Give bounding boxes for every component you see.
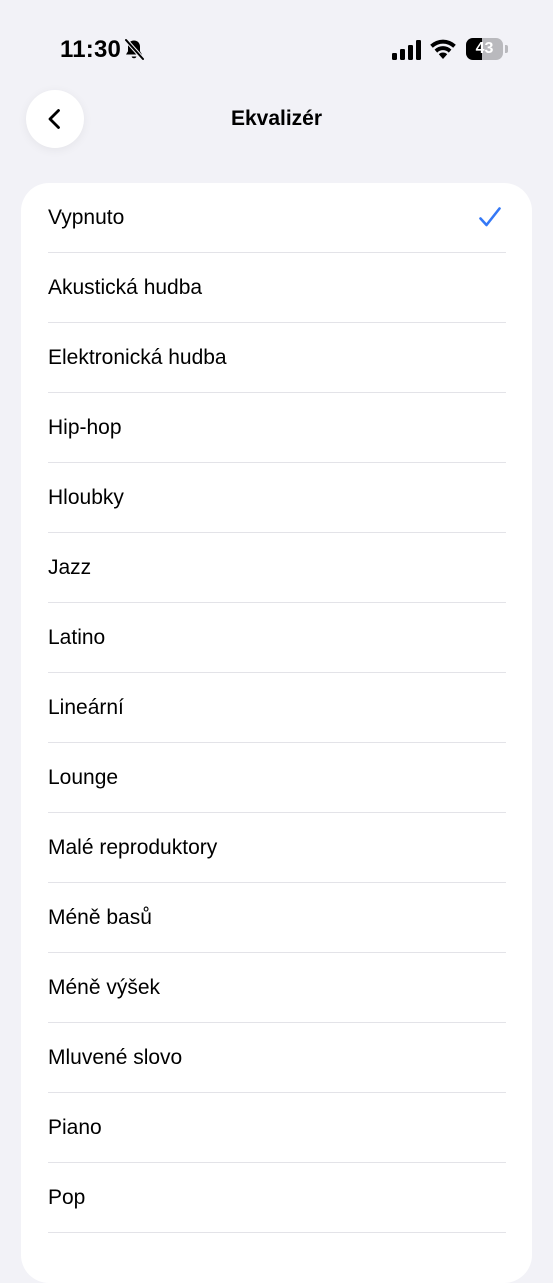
list-item[interactable]: Lineární — [21, 673, 532, 743]
list-item-label: Elektronická hudba — [48, 346, 227, 369]
list-item-label: Malé reproduktory — [48, 836, 218, 859]
list-item-label: Hip-hop — [48, 416, 122, 439]
checkmark-icon — [479, 207, 501, 227]
list-item[interactable]: Méně basů — [21, 883, 532, 953]
page-title: Ekvalizér — [230, 107, 323, 130]
bell-slash-icon — [124, 38, 145, 61]
list-item-label: Lineární — [48, 696, 124, 719]
list-item-label: Pop — [48, 1186, 86, 1209]
list-item-label: Méně basů — [48, 906, 152, 929]
list-item[interactable]: Hloubky — [21, 463, 532, 533]
list-item[interactable]: Jazz — [21, 533, 532, 603]
cellular-signal-icon — [392, 40, 421, 60]
list-item-label: Lounge — [48, 766, 119, 789]
wifi-icon — [430, 39, 456, 59]
list-item[interactable]: Méně výšek — [21, 953, 532, 1023]
list-item[interactable]: Vypnuto — [21, 183, 532, 253]
list-item[interactable]: Hip-hop — [21, 393, 532, 463]
list-item-label: Akustická hudba — [48, 276, 203, 299]
list-item-label: Piano — [48, 1116, 102, 1139]
status-time: 11:30 — [60, 36, 122, 63]
list-item-label: Latino — [48, 626, 106, 649]
list-item-label: Jazz — [48, 556, 92, 579]
list-item-label: Vypnuto — [48, 206, 125, 229]
list-item[interactable]: Lounge — [21, 743, 532, 813]
list-item[interactable]: Latino — [21, 603, 532, 673]
list-item-label: Méně výšek — [48, 976, 161, 999]
list-item[interactable]: Akustická hudba — [21, 253, 532, 323]
battery-level: 43 — [475, 40, 494, 57]
equalizer-list: Vypnuto Akustická hudba Elektronická hudba… — [21, 183, 532, 1283]
list-item[interactable]: Mluvené slovo — [21, 1023, 532, 1093]
battery-icon: 43 — [466, 38, 508, 60]
list-item-label: Mluvené slovo — [48, 1046, 183, 1069]
list-item[interactable]: Piano — [21, 1093, 532, 1163]
list-item[interactable]: Malé reproduktory — [21, 813, 532, 883]
list-item-label: Hloubky — [48, 486, 124, 509]
list-item[interactable]: Elektronická hudba — [21, 323, 532, 393]
list-item[interactable]: Pop — [21, 1163, 532, 1233]
status-bar: 11:30 43 — [0, 0, 553, 100]
